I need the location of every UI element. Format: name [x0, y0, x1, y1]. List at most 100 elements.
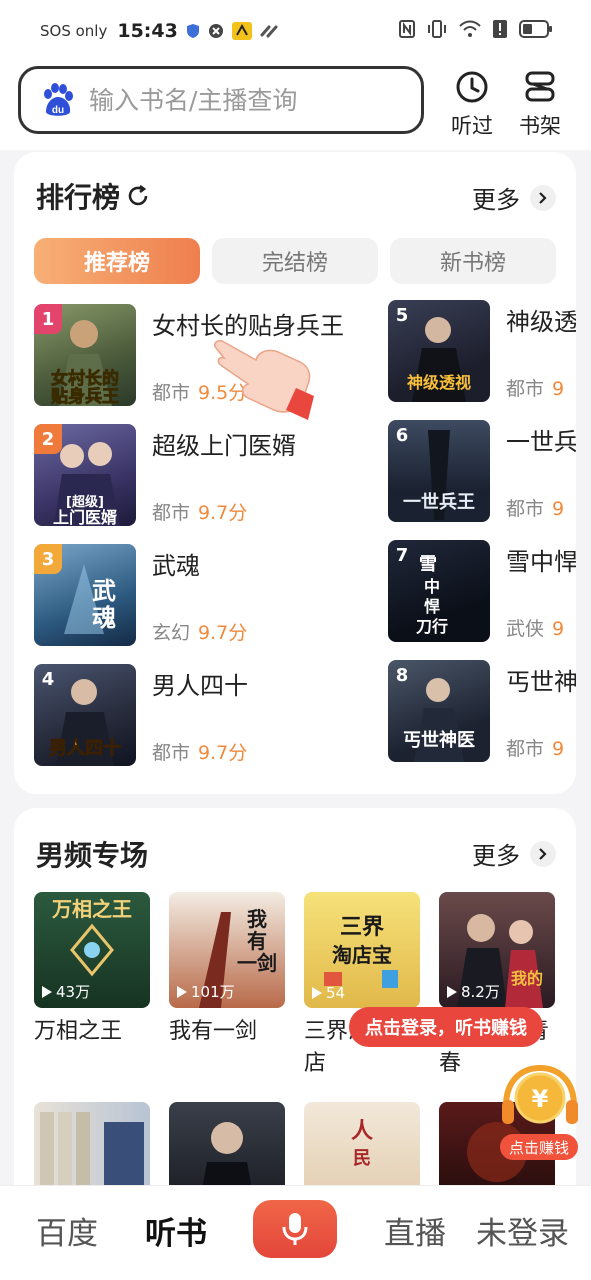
svg-text:人: 人 — [351, 1118, 373, 1144]
ranking-tabs: 推荐榜 完结榜 新书榜 — [34, 238, 556, 284]
clock-icon — [456, 71, 488, 103]
book-score: 9 — [552, 378, 565, 400]
voice-search-button[interactable] — [253, 1200, 337, 1258]
bookshelf-label: 书架 — [519, 114, 561, 138]
book-category: 都市 — [506, 498, 545, 520]
male-book-2[interactable]: 我有一剑 101万 我有一剑 — [169, 892, 287, 1048]
book-title: 万相之王 — [34, 1019, 123, 1044]
book-category: 都市 — [152, 742, 191, 764]
book-category: 都市 — [152, 382, 191, 404]
book-title: 男人四十 — [152, 672, 248, 700]
rank-badge: 5 — [395, 304, 409, 326]
search-input[interactable] — [89, 85, 389, 115]
tab-recommend[interactable]: 推荐榜 — [34, 238, 200, 284]
book-cover: 我的 8.2万 — [439, 892, 555, 1008]
more-label: 更多 — [472, 842, 520, 870]
male-more-link[interactable]: 更多 — [472, 836, 556, 871]
chevron-right-icon — [530, 184, 556, 211]
book-title: 武魂 — [152, 552, 200, 580]
coin-earn-label[interactable]: 点击赚钱 — [500, 1134, 578, 1160]
rank-badge: 7 — [395, 544, 409, 566]
book-title: 丐世神医 — [506, 668, 576, 696]
vibrate-icon — [428, 20, 446, 38]
book-cover: 丐世神医 8 — [388, 660, 490, 762]
nav-login[interactable]: 未登录 — [476, 1208, 569, 1253]
svg-text:男人四十: 男人四十 — [49, 737, 121, 759]
male-book-3[interactable]: 三界淘店宝 54 三界淘店宝店 — [304, 892, 422, 1080]
book-cover: [超级] 上门医婿 2 — [34, 424, 136, 526]
book-title: 我有一剑 — [169, 1019, 258, 1044]
microphone-icon — [282, 1213, 308, 1245]
svg-text:女村长的: 女村长的 — [51, 368, 119, 389]
bookshelf-button[interactable]: 书架 — [510, 70, 570, 140]
tab-new[interactable]: 新书榜 — [390, 238, 556, 284]
battery-icon — [519, 20, 552, 38]
rank-badge: 1 — [34, 304, 62, 334]
nav-listen[interactable]: 听书 — [145, 1208, 207, 1253]
nfc-icon — [399, 20, 415, 38]
male-section-title: 男频专场 — [36, 839, 149, 872]
nav-baidu[interactable]: 百度 — [36, 1208, 98, 1253]
book-cover: 女村长的 贴身兵王 1 — [34, 304, 136, 406]
svg-text:du: du — [52, 105, 64, 116]
book-cover: 雪中悍刀行 7 — [388, 540, 490, 642]
svg-text:丐世神医: 丐世神医 — [403, 729, 475, 751]
ranking-title-row: 排行榜 — [36, 176, 150, 216]
play-icon — [447, 985, 457, 998]
tab-completed[interactable]: 完结榜 — [212, 238, 378, 284]
rank-item-8[interactable]: 丐世神医 8 丐世神医 都市 9 — [388, 660, 576, 762]
link-icon — [260, 25, 278, 38]
rank-item-7[interactable]: 雪中悍刀行 7 雪中悍刀行 武侠 9 — [388, 540, 576, 642]
book-score: 9 — [552, 738, 565, 760]
baidu-paw-icon: du — [44, 83, 73, 116]
svg-text:武: 武 — [92, 576, 116, 605]
header: du 听过 书架 — [0, 62, 591, 150]
svg-text:我: 我 — [247, 907, 267, 931]
play-count-value: 8.2万 — [461, 983, 500, 1001]
book-category: 玄幻 — [152, 622, 191, 644]
svg-text:万相之王: 万相之王 — [51, 897, 132, 921]
book-title: 一世兵王 — [506, 428, 576, 456]
svg-text:一剑: 一剑 — [237, 951, 277, 975]
refresh-icon[interactable] — [126, 184, 150, 208]
carrier-text: SOS only — [40, 22, 108, 40]
book-meta: 玄幻 9.7分 — [152, 618, 247, 645]
rank-item-4[interactable]: 男人四十 4 男人四十 都市 9.7分 — [34, 664, 374, 766]
rank-badge: 4 — [41, 668, 55, 690]
play-count: 54 — [312, 984, 345, 1002]
status-bar: SOS only 15:43 — [0, 0, 591, 62]
ranking-more-link[interactable]: 更多 — [472, 180, 556, 215]
ranking-card: 排行榜 更多 推荐榜 完结榜 新书榜 女村长的 贴身兵王 1 女村长的贴身兵王 都… — [14, 152, 576, 794]
ranking-title: 排行榜 — [36, 181, 121, 214]
rank-badge: 2 — [34, 424, 62, 454]
rank-item-2[interactable]: [超级] 上门医婿 2 超级上门医婿 都市 9.7分 — [34, 424, 374, 526]
svg-text:有: 有 — [247, 929, 267, 953]
nav-live[interactable]: 直播 — [384, 1208, 446, 1253]
book-cover: 神级透视 5 — [388, 300, 490, 402]
rank-badge: 3 — [34, 544, 62, 574]
male-book-4[interactable]: 我的 8.2万 我的迷乱青春 — [439, 892, 557, 1080]
more-label: 更多 — [472, 186, 520, 214]
book-score: 9.7分 — [198, 742, 248, 764]
play-icon — [42, 985, 52, 998]
play-count: 101万 — [177, 981, 235, 1002]
play-count-value: 43万 — [56, 983, 91, 1001]
book-cover: 武魂 3 — [34, 544, 136, 646]
rank-item-6[interactable]: 一世兵王 6 一世兵王 都市 9 — [388, 420, 576, 522]
book-cover: 我有一剑 101万 — [169, 892, 285, 1008]
male-book-1[interactable]: 万相之王 43万 万相之王 — [34, 892, 152, 1048]
rank-badge: 8 — [395, 664, 409, 686]
wifi-icon — [459, 20, 481, 37]
search-box[interactable]: du — [18, 66, 424, 134]
svg-text:贴身兵王: 贴身兵王 — [51, 386, 119, 406]
rank-item-3[interactable]: 武魂 3 武魂 玄幻 9.7分 — [34, 544, 374, 646]
ranking-right-column: 神级透视 5 神级透视 都市 9 一世兵王 6 一世兵王 都市 9 雪中悍刀行 7 … — [388, 300, 576, 770]
svg-text:¥: ¥ — [532, 1085, 549, 1113]
svg-text:上门医婿: 上门医婿 — [53, 508, 117, 526]
book-meta: 都市 9.7分 — [152, 738, 247, 765]
rank-item-5[interactable]: 神级透视 5 神级透视 都市 9 — [388, 300, 576, 402]
login-earn-tooltip[interactable]: 点击登录，听书赚钱 — [349, 1007, 543, 1047]
history-button[interactable]: 听过 — [442, 70, 502, 140]
book-meta: 都市 9 — [506, 494, 564, 521]
svg-text:雪: 雪 — [419, 554, 437, 575]
